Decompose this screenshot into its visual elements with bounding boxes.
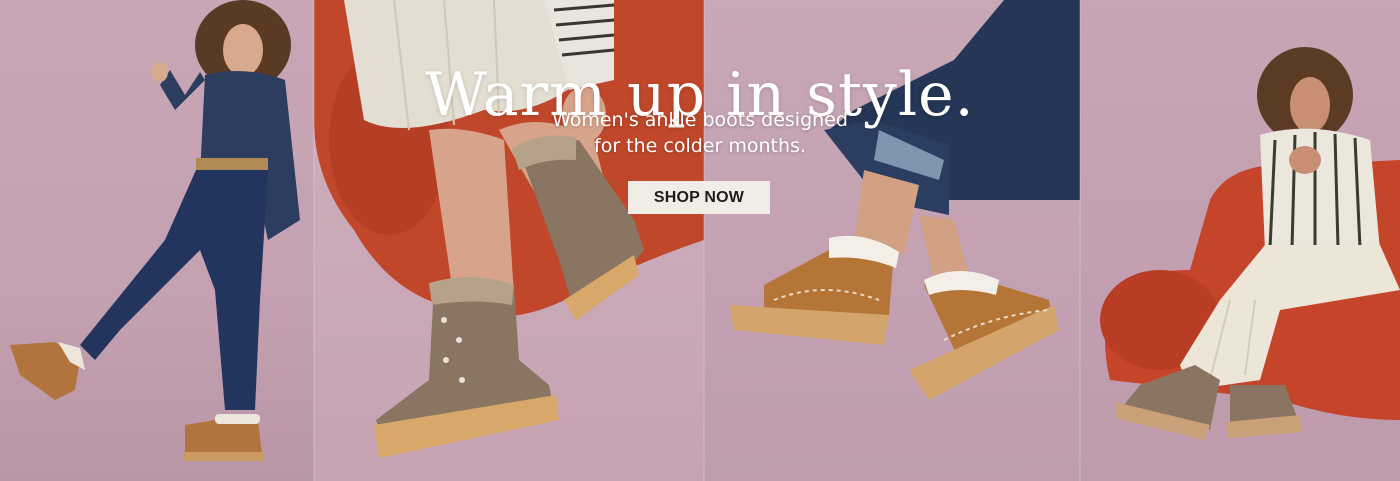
shop-now-button[interactable]: SHOP NOW	[628, 181, 770, 214]
hero-banner[interactable]: Warm up in style. Women's ankle boots de…	[0, 0, 1400, 481]
hero-subheadline-line-2: for the colder months.	[594, 135, 806, 157]
hero-subheadline-line-1: Women's ankle boots designed	[552, 109, 848, 131]
